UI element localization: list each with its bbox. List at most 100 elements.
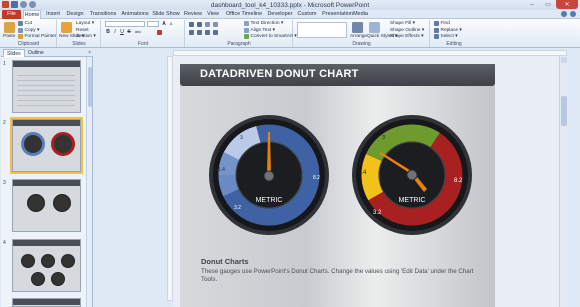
replace-icon <box>434 27 439 33</box>
increase-indent-icon[interactable] <box>213 22 218 27</box>
section-button[interactable]: Section ▾ <box>76 34 96 39</box>
tab-outline[interactable]: Outline <box>25 49 47 57</box>
slide-thumbnail-1[interactable] <box>12 60 81 113</box>
convert-smartart-button[interactable]: Convert to SmartArt ▾ <box>244 34 297 39</box>
select-button[interactable]: Select ▾ <box>434 34 458 39</box>
text-shadow-button[interactable]: abc <box>133 29 143 35</box>
slide-canvas[interactable]: DATADRIVEN DONUT CHART 3 1.4 3.2 8.2 MET… <box>180 64 495 307</box>
tab-office-timeline[interactable]: Office Timeline <box>224 10 264 19</box>
cut-button[interactable]: Cut <box>18 21 32 26</box>
gauge-label-8-2: 8.2 <box>313 175 320 181</box>
thumbnail-gauge <box>21 132 45 156</box>
help-icon[interactable] <box>570 11 576 17</box>
tab-view[interactable]: View <box>205 10 221 19</box>
font-color-icon[interactable] <box>157 30 162 35</box>
font-group-label: Font <box>137 41 148 47</box>
bold-button[interactable]: B <box>105 29 111 35</box>
replace-button[interactable]: Replace ▾ <box>434 27 462 33</box>
align-text-button[interactable]: Align Text ▾ <box>244 27 275 33</box>
decrease-indent-icon[interactable] <box>205 22 210 27</box>
thumbnail-gauge <box>61 254 75 268</box>
bullets-icon[interactable] <box>189 22 194 27</box>
align-right-icon[interactable] <box>205 30 210 35</box>
align-center-icon[interactable] <box>197 30 202 35</box>
needle-hub <box>263 170 275 182</box>
numbering-icon[interactable] <box>197 22 202 27</box>
slide-thumbnail-5[interactable] <box>12 298 81 307</box>
shape-fill-button[interactable]: Shape Fill ▾ <box>390 21 415 26</box>
drawing-group: Arrange Quick Styles ▾ Shape Fill ▾ Shap… <box>294 20 430 47</box>
align-left-icon[interactable] <box>189 30 194 35</box>
tab-developer[interactable]: Developer <box>266 10 294 19</box>
tab-presentationmedia[interactable]: PresentationMedia <box>320 10 370 19</box>
grow-font-button[interactable]: A <box>161 21 167 27</box>
shrink-font-button[interactable]: A <box>168 21 174 27</box>
new-slide-icon[interactable] <box>61 22 72 33</box>
convert-smartart-label: Convert to SmartArt ▾ <box>250 34 297 39</box>
underline-button[interactable]: U <box>119 29 125 35</box>
format-painter-button[interactable]: Format Painter <box>18 34 56 39</box>
tab-file[interactable]: File <box>2 10 21 19</box>
close-button[interactable]: ✕ <box>556 0 578 9</box>
thumbnail-number: 4 <box>3 240 6 246</box>
shape-effects-button[interactable]: Shape Effects ▾ <box>390 34 424 39</box>
gauge-label-3: 3 <box>382 135 385 141</box>
editing-group: Find Replace ▾ Select ▾ Editing <box>431 20 477 47</box>
tab-insert[interactable]: Insert <box>44 10 62 19</box>
paste-icon[interactable] <box>4 22 15 33</box>
find-button[interactable]: Find <box>434 21 450 26</box>
slides-pane: 1 2 3 4 <box>1 57 93 307</box>
pane-close-icon[interactable]: × <box>88 50 91 56</box>
quick-styles-icon[interactable] <box>369 22 380 33</box>
slides-pane-scrollbar[interactable] <box>86 57 92 307</box>
shapes-gallery[interactable] <box>297 22 347 38</box>
thumbnail-number: 2 <box>3 120 6 126</box>
slide-thumbnail-3[interactable] <box>12 179 81 232</box>
font-name-combo[interactable] <box>105 21 145 27</box>
copy-button[interactable]: Copy ▾ <box>18 27 39 33</box>
donut-gauge-blue[interactable]: 3 1.4 3.2 8.2 METRIC <box>208 114 330 236</box>
reset-button[interactable]: Reset <box>76 28 89 33</box>
tab-custom[interactable]: Custom <box>296 10 318 19</box>
slide-thumbnail-2[interactable] <box>12 119 81 172</box>
tab-home[interactable]: Home <box>23 10 41 19</box>
maximize-button[interactable]: ▭ <box>540 0 556 9</box>
editor-scrollbar[interactable] <box>559 56 567 307</box>
arrange-icon[interactable] <box>352 22 363 33</box>
thumbnail-table <box>17 71 75 109</box>
slide-body-text[interactable]: These gauges use PowerPoint's Donut Char… <box>201 268 491 284</box>
tab-slide-show[interactable]: Slide Show <box>152 10 180 19</box>
gauge-label-3: 3 <box>240 135 243 141</box>
paragraph-group-label: Paragraph <box>227 41 251 47</box>
tab-transitions[interactable]: Transitions <box>88 10 118 19</box>
justify-icon[interactable] <box>213 30 218 35</box>
thumbnail-number: 3 <box>3 180 6 186</box>
scrollbar-thumb[interactable] <box>561 96 567 126</box>
tab-animations[interactable]: Animations <box>120 10 150 19</box>
scissors-icon <box>18 21 23 26</box>
tab-review[interactable]: Review <box>183 10 203 19</box>
scrollbar-thumb[interactable] <box>88 67 92 107</box>
minimize-ribbon-icon[interactable] <box>561 11 567 17</box>
scroll-up-button[interactable] <box>561 57 567 63</box>
slide-subtitle[interactable]: Donut Charts <box>201 257 249 266</box>
font-size-combo[interactable] <box>147 21 159 27</box>
tab-slides[interactable]: Slides <box>3 49 25 57</box>
arrange-button[interactable]: Arrange <box>350 34 367 39</box>
gauge-label-1-4: 1.4 <box>218 167 225 173</box>
pane-tabs: Slides Outline × <box>1 49 93 57</box>
shape-outline-button[interactable]: Shape Outline ▾ <box>390 28 424 33</box>
layout-button[interactable]: Layout ▾ <box>76 21 94 26</box>
paste-button[interactable]: Paste <box>3 34 15 39</box>
slide-title[interactable]: DATADRIVEN DONUT CHART <box>200 68 359 80</box>
italic-button[interactable]: I <box>112 29 118 35</box>
select-label: Select ▾ <box>440 34 458 39</box>
minimize-button[interactable]: – <box>524 0 540 9</box>
slide-thumbnail-4[interactable] <box>12 239 81 292</box>
tab-design[interactable]: Design <box>66 10 84 19</box>
gauge-label-8-2: 8.2 <box>454 178 463 184</box>
thumbnail-title-bar <box>13 299 80 305</box>
strikethrough-button[interactable]: S <box>126 29 132 35</box>
text-direction-button[interactable]: Text Direction ▾ <box>244 21 283 26</box>
donut-gauge-traffic[interactable]: 3 1.4 3.2 8.2 METRIC <box>351 114 473 236</box>
